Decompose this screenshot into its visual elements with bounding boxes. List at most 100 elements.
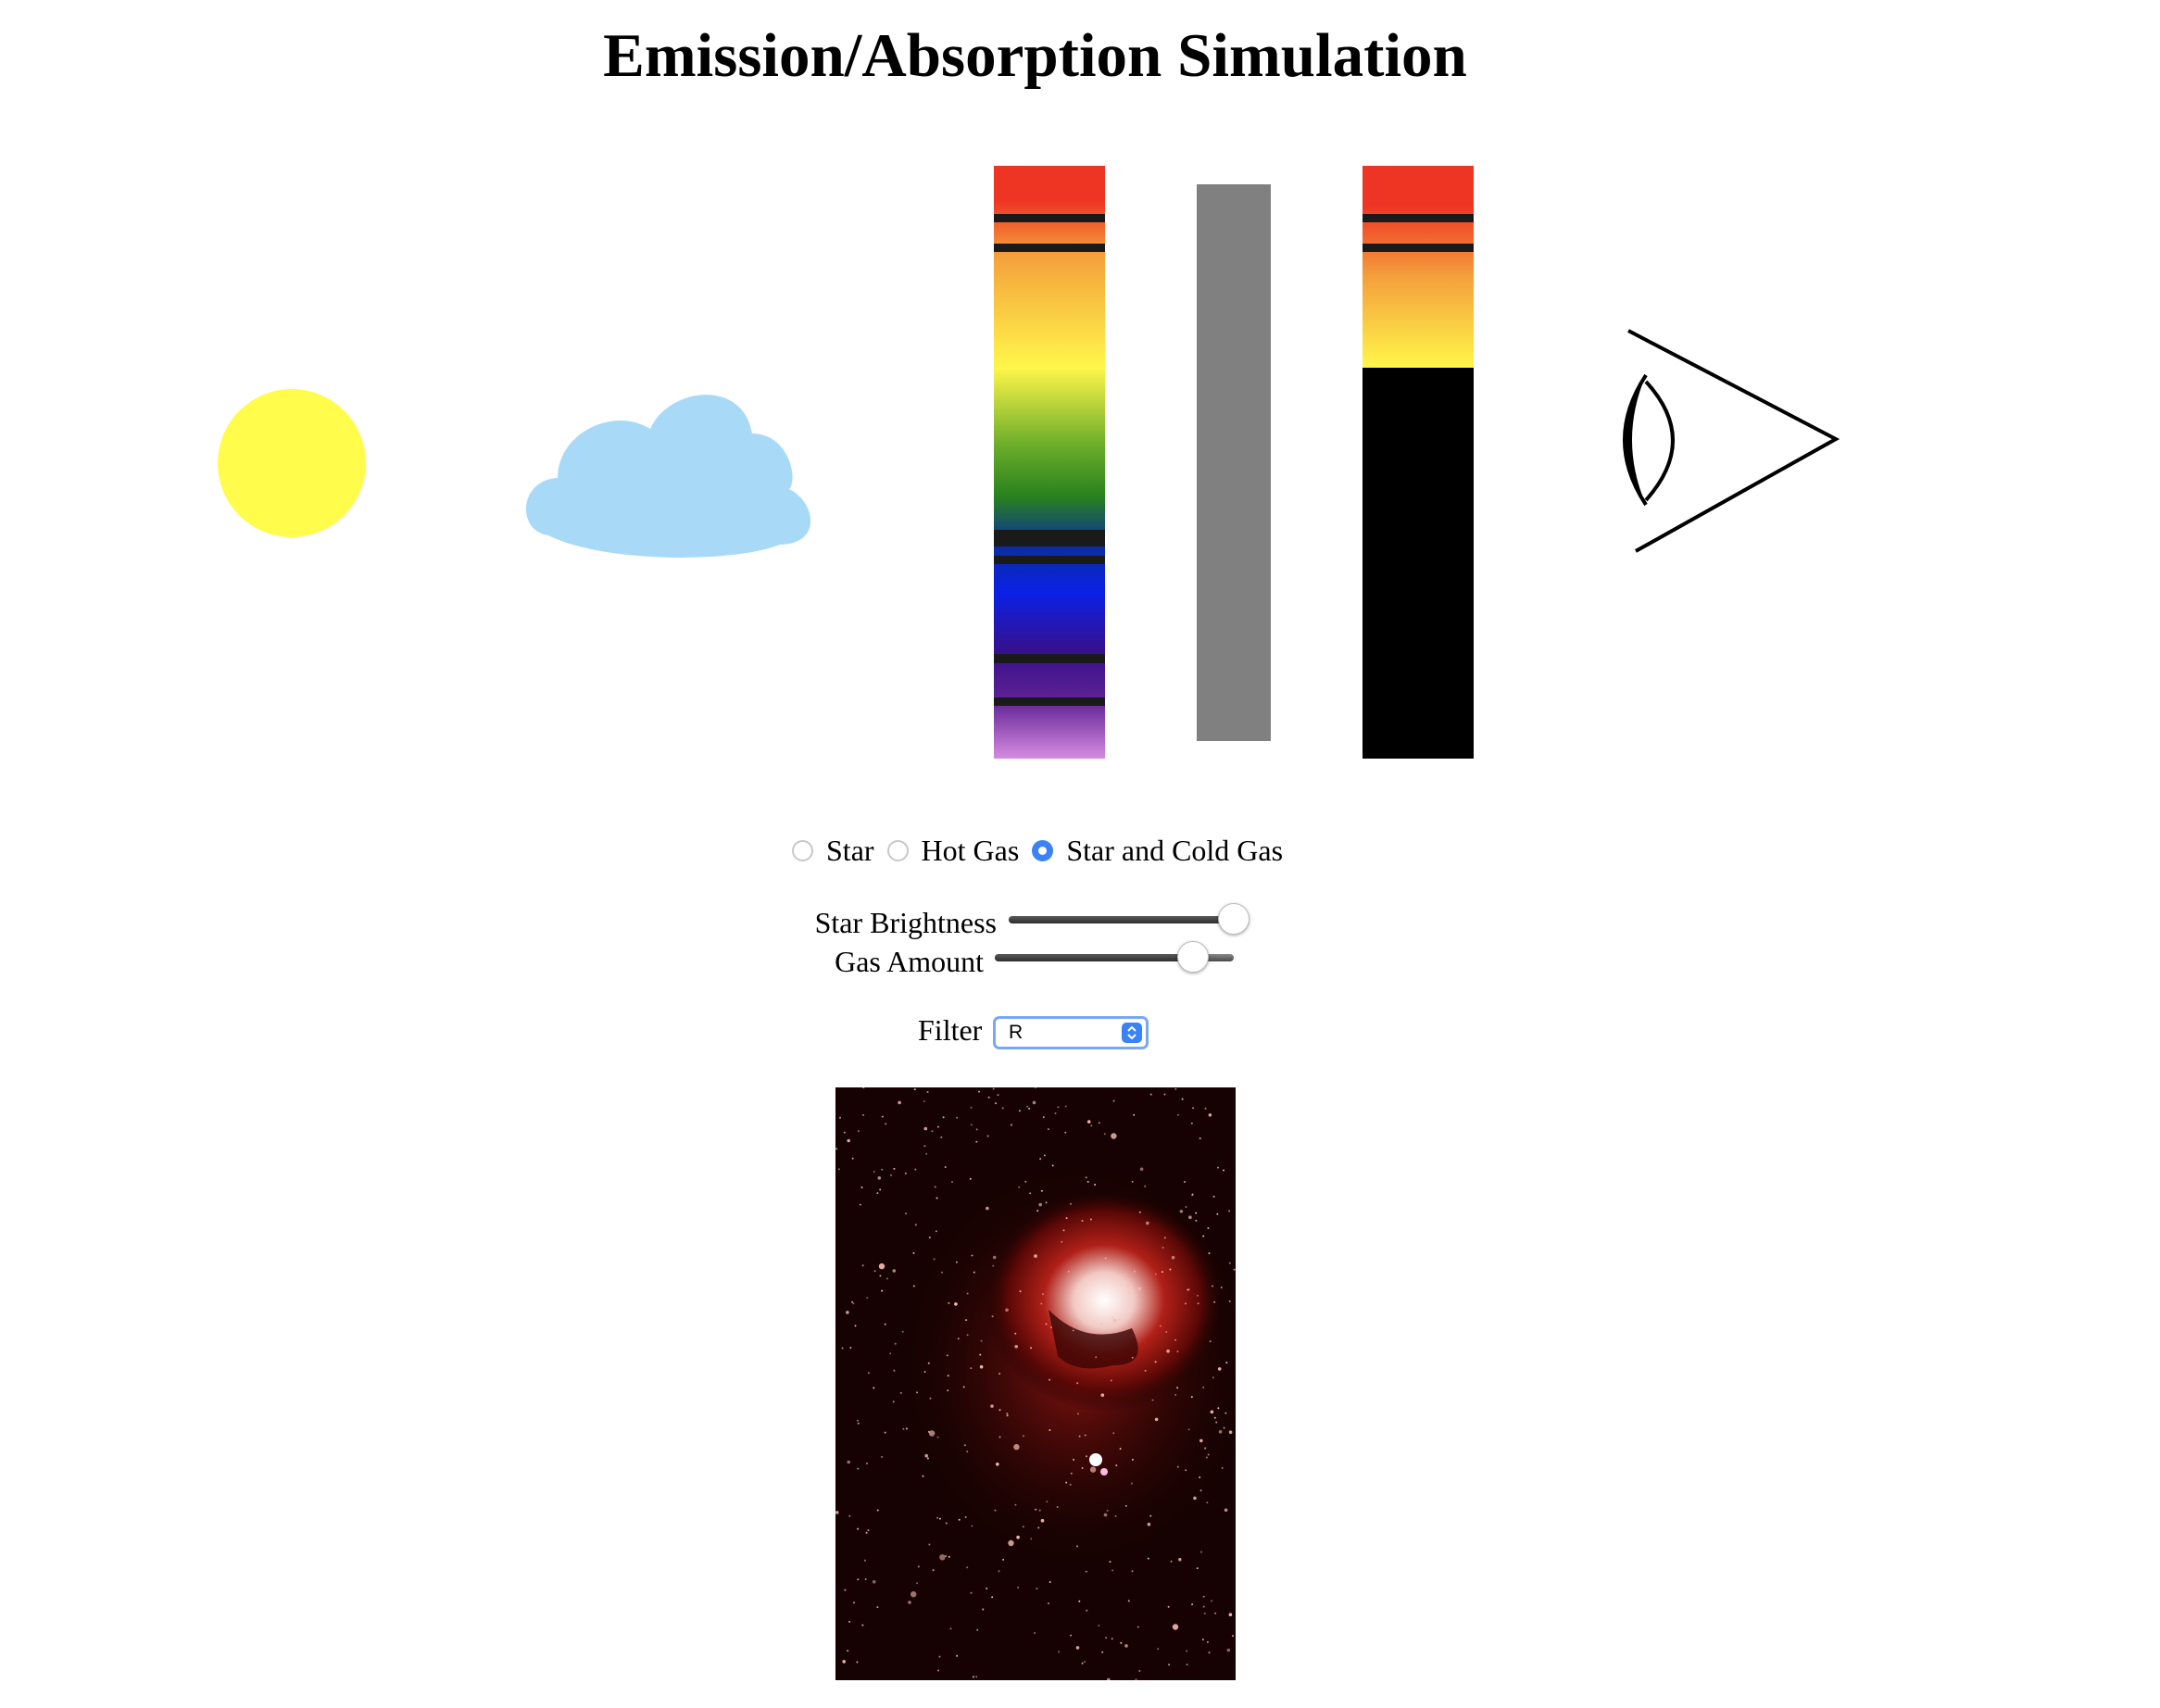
star-dot xyxy=(1225,1362,1228,1364)
star-dot xyxy=(1204,1447,1207,1450)
star-dot xyxy=(1040,1302,1043,1305)
star-dot xyxy=(1199,1137,1201,1139)
star-dot xyxy=(1098,1122,1100,1124)
star-dot xyxy=(963,1444,966,1447)
radio-star-and-cold-gas[interactable] xyxy=(1032,839,1054,861)
star-dot xyxy=(1131,1180,1134,1183)
star-dot xyxy=(1014,1503,1017,1506)
star-dot xyxy=(964,1516,967,1518)
star-dot xyxy=(1064,1105,1067,1108)
star-dot xyxy=(905,1212,908,1215)
star-dot xyxy=(1019,1290,1022,1293)
star-dot xyxy=(1070,1472,1073,1475)
star-dot xyxy=(1195,1219,1198,1222)
star-dot xyxy=(1061,1240,1063,1243)
star-dot xyxy=(1106,1509,1109,1512)
star-dot xyxy=(970,1591,973,1594)
star-dot xyxy=(1095,1356,1098,1359)
star-dot xyxy=(954,1302,958,1306)
star-dot xyxy=(1177,1113,1179,1116)
star-dot xyxy=(1204,1107,1207,1110)
star-dot xyxy=(1133,1284,1136,1287)
star-dot xyxy=(1040,1518,1045,1523)
star-dot xyxy=(971,1525,973,1527)
star-dot xyxy=(1100,1323,1103,1325)
chevron-updown-icon[interactable] xyxy=(1122,1023,1142,1043)
star-dot xyxy=(1120,1641,1123,1644)
star-dot xyxy=(956,1116,959,1119)
star-dot xyxy=(893,1369,896,1372)
star-dot xyxy=(1072,1329,1074,1332)
star-dot xyxy=(1119,1448,1122,1451)
star-dot xyxy=(1026,1105,1029,1108)
star-dot xyxy=(1181,1098,1184,1100)
star-dot xyxy=(1100,1393,1105,1397)
star-dot xyxy=(1086,1455,1087,1458)
absorption-line xyxy=(994,654,1105,663)
radio-star[interactable] xyxy=(792,839,813,861)
star-dot xyxy=(1124,1644,1128,1648)
star-dot xyxy=(1098,1625,1100,1626)
star-dot xyxy=(1127,1291,1130,1294)
star-dot xyxy=(1112,1099,1115,1102)
star-dot xyxy=(1011,1124,1013,1126)
star-dot xyxy=(881,1289,884,1292)
star-dot xyxy=(866,1297,869,1300)
gas-amount-slider[interactable] xyxy=(995,941,1234,973)
star-dot xyxy=(1040,1189,1043,1192)
star-dot xyxy=(1084,1661,1086,1664)
radio-star-label[interactable]: Star xyxy=(826,834,874,868)
star-dot xyxy=(1161,1271,1163,1274)
star-dot xyxy=(1212,1376,1214,1379)
radio-hot-gas[interactable] xyxy=(886,839,909,861)
star-dot xyxy=(1133,1270,1136,1273)
absorption-line xyxy=(994,530,1105,546)
radio-star-and-cold-gas-label[interactable]: Star and Cold Gas xyxy=(1066,834,1283,868)
filter-select[interactable]: R xyxy=(993,1016,1149,1049)
star-dot xyxy=(1144,1185,1147,1187)
star-dot xyxy=(889,1352,892,1355)
star-dot xyxy=(1057,1106,1060,1109)
star-dot xyxy=(1208,1651,1211,1654)
star-dot xyxy=(873,1171,875,1173)
star-dot xyxy=(1131,1356,1134,1359)
star-dot xyxy=(877,1176,882,1180)
star-dot xyxy=(966,1334,969,1337)
star-dot xyxy=(1013,1444,1020,1451)
star-dot xyxy=(1187,1428,1190,1431)
star-dot xyxy=(1202,1235,1205,1237)
star-dot xyxy=(893,1167,896,1170)
star-dot xyxy=(1076,1545,1078,1548)
star-dot xyxy=(1049,1581,1051,1583)
gas-amount-thumb[interactable] xyxy=(1177,941,1210,973)
star-dot xyxy=(955,1261,958,1263)
star-dot xyxy=(844,1589,847,1591)
star-dot xyxy=(1043,1154,1046,1157)
star-dot xyxy=(986,1588,988,1589)
star-dot xyxy=(917,1565,920,1568)
star-dot xyxy=(910,1591,917,1598)
star-dot xyxy=(878,1262,885,1270)
star-dot xyxy=(916,1582,919,1585)
star-dot xyxy=(1193,1496,1197,1501)
radio-hot-gas-label[interactable]: Hot Gas xyxy=(922,834,1020,868)
star-dot xyxy=(941,1271,944,1274)
star-dot xyxy=(881,1455,884,1458)
star-dot xyxy=(1094,1184,1097,1186)
star-dot xyxy=(1016,1535,1020,1539)
star-dot xyxy=(925,1152,928,1155)
star-dot xyxy=(1221,1466,1224,1469)
star-dot xyxy=(990,1404,994,1408)
star-dot xyxy=(1162,1246,1164,1249)
star-dot xyxy=(892,1269,897,1273)
star-dot xyxy=(1130,1482,1133,1485)
star-dot xyxy=(1017,1587,1020,1589)
star-dot xyxy=(986,1206,989,1211)
star-dot xyxy=(1207,1453,1210,1456)
star-brightness-slider[interactable] xyxy=(1009,903,1250,935)
star-dot xyxy=(939,1554,946,1561)
star-dot xyxy=(1139,1167,1144,1171)
star-dot xyxy=(1179,1558,1181,1560)
star-brightness-thumb[interactable] xyxy=(1218,903,1250,935)
star-dot xyxy=(1005,1308,1009,1312)
